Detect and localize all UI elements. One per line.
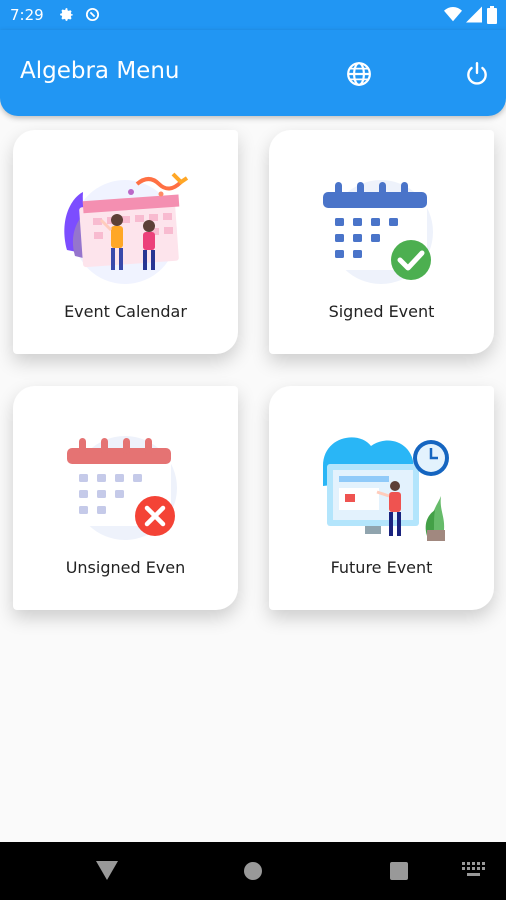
logout-button[interactable]	[460, 57, 494, 91]
wifi-icon	[444, 6, 462, 27]
back-button[interactable]	[96, 861, 118, 885]
signal-icon	[466, 6, 482, 27]
menu-card-label: Future Event	[330, 558, 433, 577]
menu-card-label: Event Calendar	[64, 302, 187, 321]
keyboard-icon[interactable]	[462, 862, 486, 882]
calendar-check-illustration	[323, 180, 433, 284]
menu-card-label: Signed Event	[328, 302, 435, 321]
home-button[interactable]	[243, 861, 263, 885]
settings-icon	[58, 6, 75, 27]
dark-mode-button[interactable]	[401, 57, 435, 91]
menu-card-unsigned-event[interactable]: Unsigned Even	[13, 386, 238, 610]
event-calendar-illustration	[64, 172, 189, 284]
moon-icon	[413, 63, 425, 85]
menu-card-event-calendar[interactable]: Event Calendar	[13, 130, 238, 354]
app-title: Algebra Menu	[20, 58, 180, 84]
recents-button[interactable]	[389, 861, 409, 885]
calendar-cross-illustration	[67, 436, 177, 540]
menu-card-future-event[interactable]: Future Event	[269, 386, 494, 610]
status-bar: 7:29	[0, 0, 506, 30]
battery-icon	[487, 6, 497, 28]
future-event-illustration	[323, 437, 449, 541]
data-saver-icon	[84, 6, 101, 27]
globe-icon	[347, 62, 371, 86]
language-button[interactable]	[342, 57, 376, 91]
status-time: 7:29	[10, 6, 44, 24]
menu-card-label: Unsigned Even	[65, 558, 186, 577]
menu-card-signed-event[interactable]: Signed Event	[269, 130, 494, 354]
app-bar: Algebra Menu	[0, 30, 506, 116]
navigation-bar	[0, 842, 506, 900]
power-icon	[467, 61, 487, 85]
